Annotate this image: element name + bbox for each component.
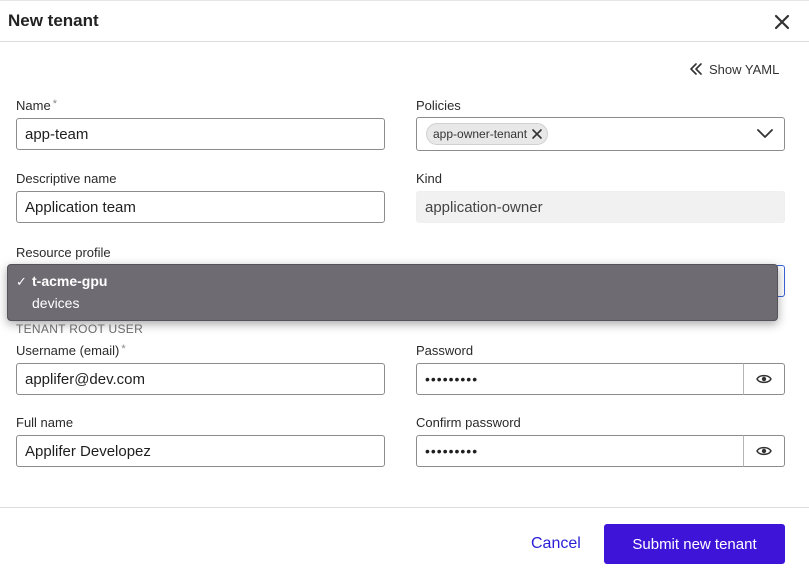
required-mark: *	[52, 98, 57, 110]
submit-new-tenant-button[interactable]: Submit new tenant	[604, 524, 785, 564]
resource-profile-label: Resource profile	[16, 245, 111, 260]
username-value: applifer@dev.com	[25, 370, 145, 388]
confirm-password-label: Confirm password	[416, 415, 521, 430]
name-input[interactable]: app-team	[16, 118, 385, 150]
eye-icon	[756, 446, 772, 456]
descriptive-name-label: Descriptive name	[16, 171, 117, 186]
kind-field: application-owner	[416, 191, 785, 223]
full-name-value: Applifer Developez	[25, 442, 151, 460]
confirm-password-input[interactable]: •••••••••	[416, 435, 744, 467]
option-label: devices	[32, 295, 80, 311]
policies-select[interactable]: app-owner-tenant	[416, 117, 785, 151]
header-divider	[0, 0, 809, 1]
policies-label: Policies	[416, 98, 461, 113]
show-yaml-label: Show YAML	[709, 61, 780, 77]
descriptive-name-value: Application team	[25, 198, 136, 216]
close-icon[interactable]	[531, 128, 543, 140]
required-mark: *	[121, 343, 126, 355]
dialog-header: New tenant	[0, 0, 809, 42]
confirm-password-value: •••••••••	[425, 443, 479, 459]
username-label: Username (email) *	[16, 343, 126, 358]
resource-profile-dropdown: ✓ t-acme-gpu devices	[7, 264, 778, 321]
policy-chip-label: app-owner-tenant	[433, 127, 528, 141]
check-icon: ✓	[16, 274, 27, 289]
password-input[interactable]: •••••••••	[416, 363, 744, 395]
username-input[interactable]: applifer@dev.com	[16, 363, 385, 395]
password-label: Password	[416, 343, 474, 358]
kind-value: application-owner	[425, 198, 543, 216]
double-chevron-left-icon	[690, 63, 702, 75]
full-name-label: Full name	[16, 415, 74, 430]
option-label: t-acme-gpu	[32, 273, 108, 289]
option-t-acme-gpu[interactable]: ✓ t-acme-gpu	[8, 270, 777, 292]
name-label-text: Name	[16, 98, 51, 113]
full-name-input[interactable]: Applifer Developez	[16, 435, 385, 467]
close-icon	[774, 14, 790, 30]
name-input-value: app-team	[25, 125, 89, 143]
kind-label: Kind	[416, 171, 443, 186]
close-button[interactable]	[770, 10, 794, 34]
dialog-title: New tenant	[8, 11, 99, 30]
tenant-root-user-heading: TENANT ROOT USER	[16, 322, 144, 336]
chevron-down-icon	[757, 129, 773, 138]
show-yaml-button[interactable]: Show YAML	[689, 60, 779, 78]
password-value: •••••••••	[425, 371, 479, 387]
confirm-password-visibility-toggle[interactable]	[743, 435, 785, 467]
username-label-text: Username (email)	[16, 343, 120, 358]
password-visibility-toggle[interactable]	[743, 363, 785, 395]
cancel-button[interactable]: Cancel	[531, 535, 581, 553]
name-label: Name *	[16, 98, 57, 113]
new-tenant-dialog: New tenant Show YAML Name * app-team Poli…	[0, 0, 809, 578]
policy-chip: app-owner-tenant	[426, 123, 549, 145]
eye-icon	[756, 374, 772, 384]
option-devices[interactable]: devices	[8, 292, 777, 314]
descriptive-name-input[interactable]: Application team	[16, 191, 385, 223]
footer-divider	[0, 507, 809, 508]
